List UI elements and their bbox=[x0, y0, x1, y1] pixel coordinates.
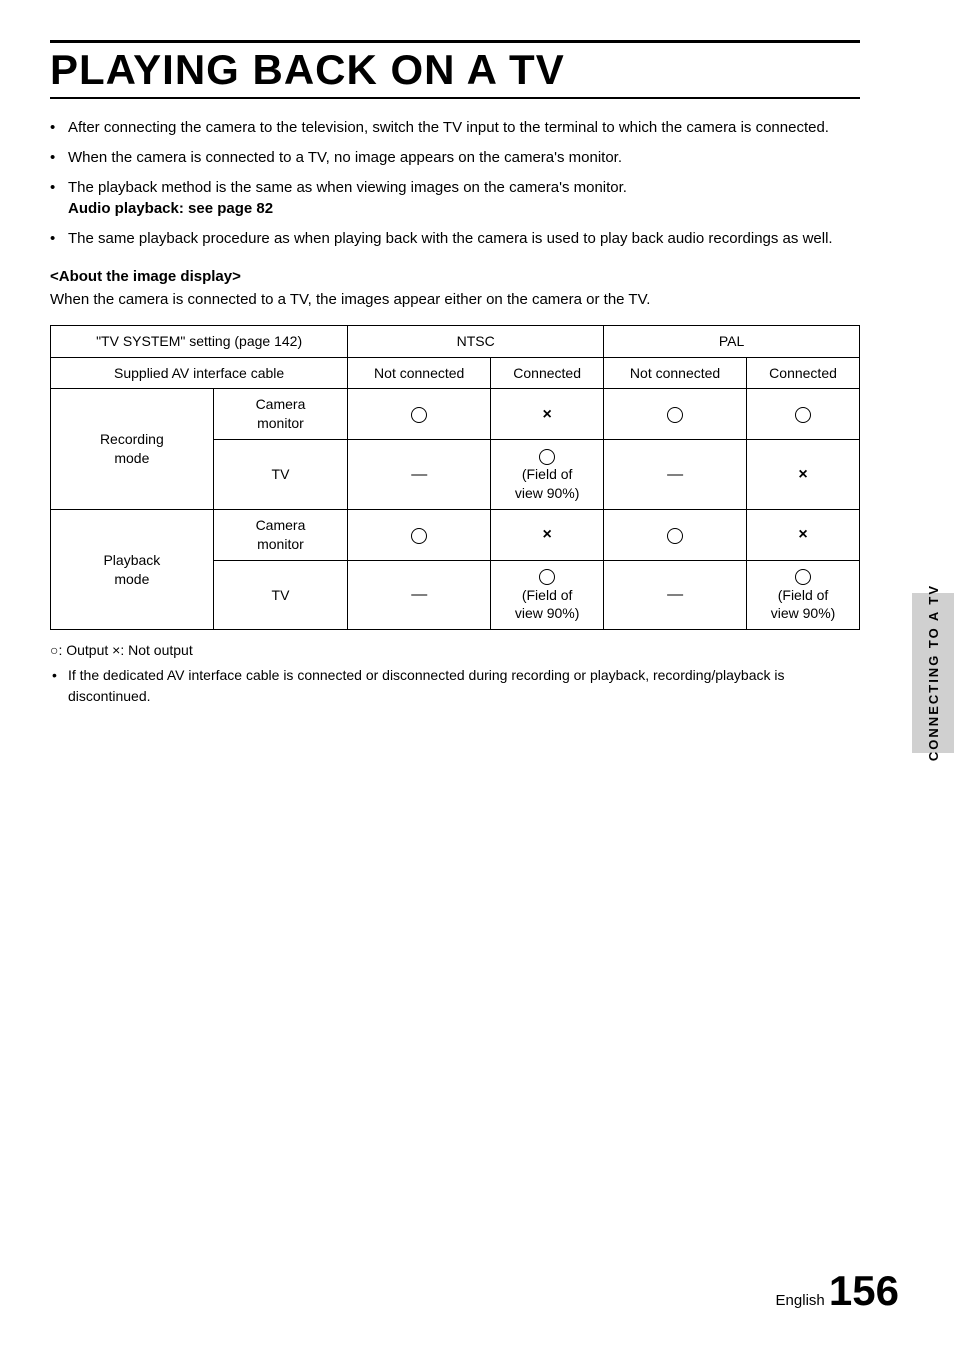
sidebar-tab: CONNECTING TO A TV bbox=[912, 593, 954, 753]
circle-icon bbox=[411, 407, 427, 423]
circle-icon bbox=[795, 407, 811, 423]
table-subheader-ntsc-not: Not connected bbox=[348, 357, 491, 389]
page-title: PLAYING BACK ON A TV bbox=[50, 47, 860, 93]
recording-mode-label: Recordingmode bbox=[51, 389, 214, 509]
play-cam-ntsc-not bbox=[348, 509, 491, 560]
page-number-area: English 156 bbox=[776, 1267, 899, 1315]
recording-tv-label: TV bbox=[213, 440, 347, 510]
bullet-item-4: The same playback procedure as when play… bbox=[50, 228, 860, 250]
circle-icon bbox=[667, 528, 683, 544]
section-body: When the camera is connected to a TV, th… bbox=[50, 289, 860, 311]
play-cam-ntsc-conn: × bbox=[491, 509, 604, 560]
circle-icon bbox=[667, 407, 683, 423]
footnote-symbols: ○: Output ×: Not output bbox=[50, 640, 860, 661]
rec-cam-pal-conn bbox=[747, 389, 860, 440]
x-icon: × bbox=[798, 524, 807, 546]
rec-cam-pal-not bbox=[604, 389, 747, 440]
bullet-item-3: The playback method is the same as when … bbox=[50, 177, 860, 221]
play-tv-pal-conn: (Field ofview 90%) bbox=[747, 560, 860, 630]
english-label: English bbox=[776, 1292, 825, 1309]
data-table: "TV SYSTEM" setting (page 142) NTSC PAL … bbox=[50, 325, 860, 631]
recording-camera-label: Cameramonitor bbox=[213, 389, 347, 440]
bullet-item-2: When the camera is connected to a TV, no… bbox=[50, 147, 860, 169]
table-header-pal: PAL bbox=[604, 325, 860, 357]
table-row-playback-camera: Playbackmode Cameramonitor × × bbox=[51, 509, 860, 560]
play-tv-pal-not: — bbox=[604, 560, 747, 630]
rec-cam-ntsc-conn: × bbox=[491, 389, 604, 440]
rec-tv-ntsc-conn: (Field ofview 90%) bbox=[491, 440, 604, 510]
table-subheader-pal-not: Not connected bbox=[604, 357, 747, 389]
footnote-area: ○: Output ×: Not output If the dedicated… bbox=[50, 640, 860, 707]
dash-icon: — bbox=[667, 464, 683, 486]
table-header-setting: "TV SYSTEM" setting (page 142) bbox=[51, 325, 348, 357]
x-icon: × bbox=[798, 464, 807, 486]
dash-icon: — bbox=[411, 584, 427, 606]
play-tv-ntsc-not: — bbox=[348, 560, 491, 630]
bullet-list: After connecting the camera to the telev… bbox=[50, 117, 860, 250]
page-container: PLAYING BACK ON A TV After connecting th… bbox=[0, 0, 920, 747]
circle-icon bbox=[539, 449, 555, 465]
footnote-bullet: If the dedicated AV interface cable is c… bbox=[50, 665, 860, 707]
table-subheader-ntsc-conn: Connected bbox=[491, 357, 604, 389]
play-cam-pal-not bbox=[604, 509, 747, 560]
playback-mode-label: Playbackmode bbox=[51, 509, 214, 629]
rec-tv-pal-not: — bbox=[604, 440, 747, 510]
bullet-item-1: After connecting the camera to the telev… bbox=[50, 117, 860, 139]
play-cam-pal-conn: × bbox=[747, 509, 860, 560]
x-icon: × bbox=[542, 404, 551, 426]
top-border bbox=[50, 40, 860, 43]
dash-icon: — bbox=[667, 584, 683, 606]
play-tv-ntsc-conn: (Field ofview 90%) bbox=[491, 560, 604, 630]
playback-tv-label: TV bbox=[213, 560, 347, 630]
circle-icon bbox=[795, 569, 811, 585]
playback-camera-label: Cameramonitor bbox=[213, 509, 347, 560]
table-header-ntsc: NTSC bbox=[348, 325, 604, 357]
sidebar-text: CONNECTING TO A TV bbox=[926, 584, 941, 761]
table-subheader-pal-conn: Connected bbox=[747, 357, 860, 389]
section-heading: <About the image display> bbox=[50, 268, 860, 285]
table-row-recording-camera: Recordingmode Cameramonitor × bbox=[51, 389, 860, 440]
dash-icon: — bbox=[411, 464, 427, 486]
x-icon: × bbox=[542, 524, 551, 546]
rec-tv-ntsc-not: — bbox=[348, 440, 491, 510]
rec-cam-ntsc-not bbox=[348, 389, 491, 440]
circle-icon bbox=[539, 569, 555, 585]
page-number: 156 bbox=[829, 1267, 899, 1314]
circle-icon bbox=[411, 528, 427, 544]
title-underline bbox=[50, 97, 860, 99]
rec-tv-pal-conn: × bbox=[747, 440, 860, 510]
audio-playback-bold: Audio playback: see page 82 bbox=[68, 200, 273, 217]
table-subheader-av: Supplied AV interface cable bbox=[51, 357, 348, 389]
